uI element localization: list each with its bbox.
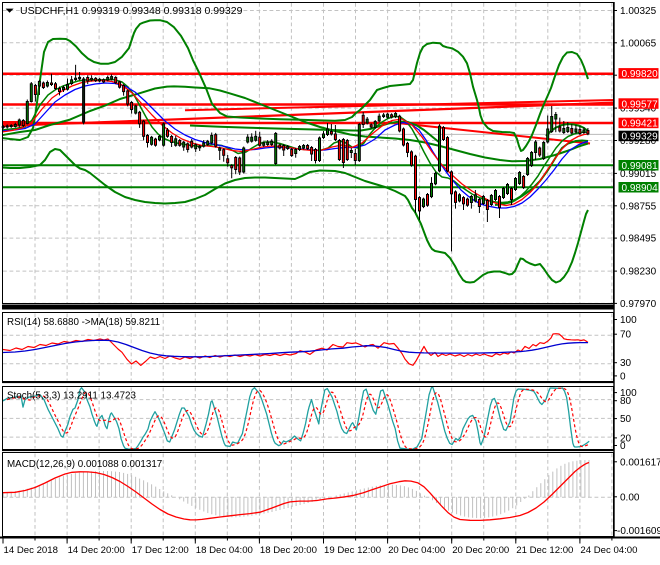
svg-text:70: 70 [620,330,632,341]
svg-text:0: 0 [620,441,626,452]
svg-text:0.00: 0.00 [620,492,640,503]
svg-text:0.99820: 0.99820 [622,69,659,80]
svg-text:MACD(12,26,9) 0.001088 0.00131: MACD(12,26,9) 0.001088 0.001317 [7,459,162,470]
svg-text:30: 30 [620,358,632,369]
svg-text:14 Dec 2018: 14 Dec 2018 [4,545,58,556]
svg-text:0.98230: 0.98230 [620,267,657,278]
svg-text:14 Dec 20:00: 14 Dec 20:00 [68,545,125,556]
svg-text:Stoch(5,3,3) 13.2911 13.4723: Stoch(5,3,3) 13.2911 13.4723 [7,391,136,402]
svg-text:0.99081: 0.99081 [622,161,659,172]
svg-text:18 Dec 20:00: 18 Dec 20:00 [260,545,317,556]
svg-text:0.98904: 0.98904 [622,183,659,194]
svg-text:21 Dec 12:00: 21 Dec 12:00 [516,545,573,556]
svg-text:50: 50 [620,414,632,425]
svg-text:1.00325: 1.00325 [620,6,657,17]
svg-text:-0.001609: -0.001609 [617,526,660,537]
svg-text:USDCHF,H1 0.99319 0.99348 0.9: USDCHF,H1 0.99319 0.99348 0.99318 0.9932… [20,5,243,17]
svg-text:0: 0 [620,371,626,382]
svg-text:0.001617: 0.001617 [620,457,660,468]
svg-text:RSI(14) 58.6880 ->MA(18) 59.8: RSI(14) 58.6880 ->MA(18) 59.8211 [7,317,160,328]
svg-text:0.98495: 0.98495 [620,234,657,245]
svg-text:0.99421: 0.99421 [622,119,659,130]
svg-text:20 Dec 20:00: 20 Dec 20:00 [452,545,509,556]
svg-text:20 Dec 04:00: 20 Dec 04:00 [388,545,445,556]
svg-text:80: 80 [620,396,632,407]
svg-text:0.98755: 0.98755 [620,201,657,212]
svg-text:19 Dec 12:00: 19 Dec 12:00 [324,545,381,556]
svg-text:17 Dec 12:00: 17 Dec 12:00 [132,545,189,556]
svg-text:0.99329: 0.99329 [622,132,659,143]
svg-text:100: 100 [620,315,637,326]
svg-text:0.97970: 0.97970 [620,299,657,310]
svg-text:1.00065: 1.00065 [620,38,657,49]
svg-text:0.99577: 0.99577 [622,99,659,110]
svg-text:24 Dec 04:00: 24 Dec 04:00 [580,545,637,556]
svg-text:18 Dec 04:00: 18 Dec 04:00 [196,545,253,556]
